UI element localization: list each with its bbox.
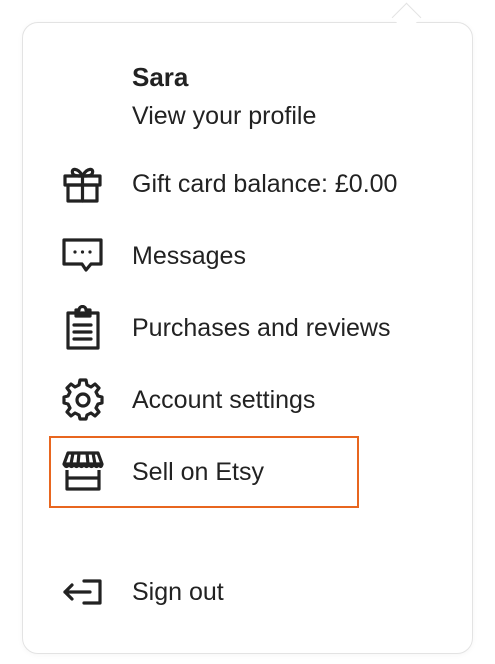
- menu-item-label: Sell on Etsy: [132, 458, 265, 486]
- menu-item-label: Sign out: [132, 578, 224, 606]
- message-icon: [60, 233, 106, 279]
- menu-item-label: Purchases and reviews: [132, 314, 391, 342]
- view-profile-link[interactable]: View your profile: [132, 99, 316, 133]
- profile-name: Sara: [132, 62, 189, 92]
- menu-item-label: Account settings: [132, 386, 316, 414]
- clipboard-icon: [60, 305, 106, 351]
- menu-item-sell-on-etsy[interactable]: Sell on Etsy: [60, 449, 450, 495]
- gear-icon: [60, 377, 106, 423]
- menu-item-purchases[interactable]: Purchases and reviews: [60, 305, 450, 351]
- menu-item-sign-out[interactable]: Sign out: [60, 569, 450, 615]
- menu-item-label: Gift card balance: £0.00: [132, 170, 398, 198]
- gift-icon: [60, 161, 106, 207]
- menu-item-label: Messages: [132, 242, 246, 270]
- sign-out-icon: [60, 569, 106, 615]
- menu-item-messages[interactable]: Messages: [60, 233, 450, 279]
- shop-icon: [60, 449, 106, 495]
- menu-item-gift-card[interactable]: Gift card balance: £0.00: [60, 161, 450, 207]
- menu-item-account-settings[interactable]: Account settings: [60, 377, 450, 423]
